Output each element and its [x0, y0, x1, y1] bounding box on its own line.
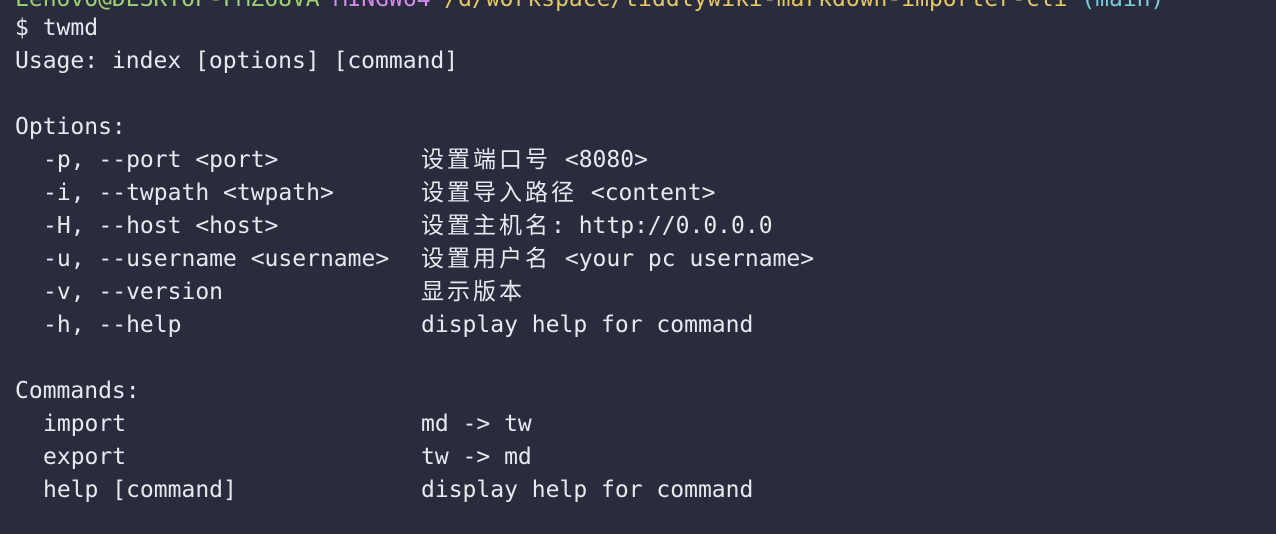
option-flag: -p, --port <port>: [43, 147, 279, 173]
option-flag: -u, --username <username>: [43, 246, 390, 272]
option-flag: -v, --version: [43, 279, 224, 305]
option-flag: -h, --help: [43, 312, 182, 338]
option-desc: 设置主机名: http://0.0.0.0: [421, 213, 773, 239]
shell-prompt: Lenovo@DESKTOP-FMZ68VA MINGW64 /d/worksp…: [15, 0, 1164, 16]
usage-line: Usage: index [options] [command]: [15, 48, 459, 74]
prompt-branch: (main): [1081, 0, 1164, 12]
prompt-user-host: Lenovo@DESKTOP-FMZ68VA: [15, 0, 320, 12]
terminal-window[interactable]: Lenovo@DESKTOP-FMZ68VA MINGW64 /d/worksp…: [0, 0, 1276, 534]
option-desc: 显示版本: [421, 279, 525, 305]
prompt-env: MINGW64: [334, 0, 431, 12]
command-line: $ twmd: [15, 15, 99, 41]
option-desc: 设置导入路径 <content>: [421, 180, 716, 206]
command-name: export: [43, 444, 127, 470]
option-desc: 设置用户名 <your pc username>: [421, 246, 815, 272]
command-desc: md -> tw: [421, 411, 532, 437]
option-flag: -H, --host <host>: [43, 213, 279, 239]
command-name: import: [43, 411, 127, 437]
command-desc: display help for command: [421, 477, 754, 503]
option-desc: display help for command: [421, 312, 754, 338]
commands-header: Commands:: [15, 378, 140, 404]
options-header: Options:: [15, 114, 126, 140]
prompt-path: /d/workspace/tiddlywiki-markdown-importe…: [444, 0, 1067, 12]
option-desc: 设置端口号 <8080>: [421, 147, 648, 173]
command-name: help [command]: [43, 477, 237, 503]
command-desc: tw -> md: [421, 444, 532, 470]
option-flag: -i, --twpath <twpath>: [43, 180, 334, 206]
